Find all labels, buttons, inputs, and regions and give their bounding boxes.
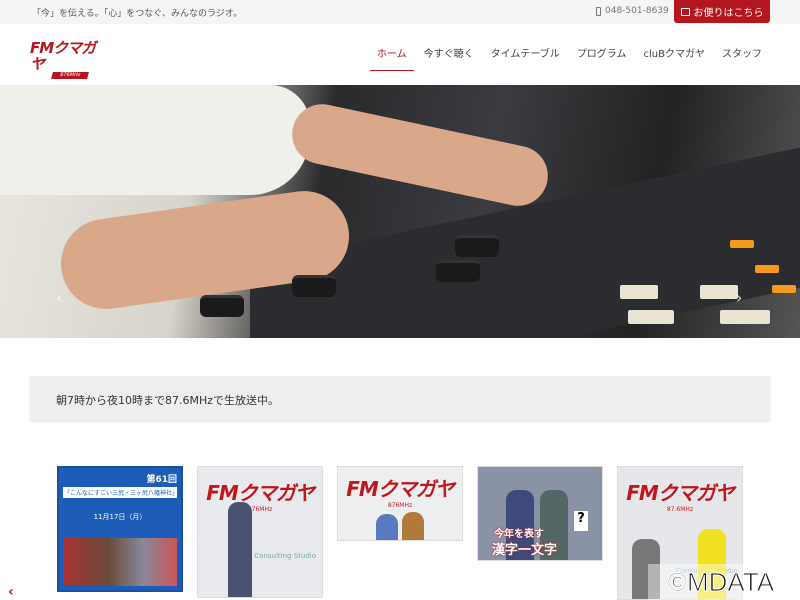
thumb-frequency: 876MHz [387, 502, 413, 509]
program-thumbnail[interactable]: FMクマガヤ 876MHz [337, 466, 463, 541]
thumb-title: 第61回 [146, 475, 177, 485]
fader [292, 275, 336, 297]
phone[interactable]: 048-501-8639 [596, 6, 669, 16]
thumb-caption-kanji: 漢字一文字 [492, 543, 558, 558]
nav-club[interactable]: cluBクマガヤ [644, 47, 705, 71]
shrine-photo [63, 538, 177, 586]
fader [436, 260, 480, 282]
program-thumbnail[interactable]: ? 今年を表す 漢字一文字 [477, 466, 603, 561]
mail-icon [680, 7, 690, 16]
program-thumbnail[interactable]: 第61回 「こんなにすごい三尻・三ヶ尻八幡神社」 11月17日（月） [57, 466, 183, 592]
thumb-frequency: 87.6MHz [666, 506, 694, 513]
phone-icon [596, 6, 601, 16]
site-logo[interactable]: FMクマガヤ 876MHz [30, 40, 100, 79]
phone-number: 048-501-8639 [605, 6, 669, 16]
broadcast-notice: 朝7時から夜10時まで87.6MHzで生放送中。 [30, 376, 770, 421]
thumb-logo: FMクマガヤ [626, 481, 735, 505]
thumb-caption: Consulting Studio [254, 552, 316, 560]
nav-staff[interactable]: スタッフ [722, 47, 762, 71]
hand-right [286, 98, 554, 212]
person-photo [402, 512, 424, 540]
tagline: 「今」を伝える。「心」をつなぐ、みんなのラジオ。 [32, 9, 243, 19]
thumb-subtitle: 「こんなにすごい三尻・三ヶ尻八幡神社」 [63, 487, 178, 498]
hero-slider: ‹ › [0, 85, 800, 338]
notice-text: 朝7時から夜10時まで87.6MHzで生放送中。 [56, 394, 280, 407]
console-light [772, 285, 796, 293]
person-photo [376, 514, 398, 540]
slider-prev-arrow[interactable]: ‹ [56, 288, 62, 307]
thumb-frequency: 876MHz [247, 506, 273, 513]
nav-home[interactable]: ホーム [369, 47, 414, 71]
sleeve [0, 85, 310, 195]
contact-label: お便りはこちら [693, 8, 764, 19]
fader [455, 235, 499, 257]
contact-button[interactable]: お便りはこちら [674, 0, 770, 23]
thumb-logo: FMクマガヤ [206, 481, 315, 505]
console-key [720, 310, 770, 324]
thumb-date: 11月17日（月） [93, 513, 147, 521]
person-photo [228, 502, 252, 597]
thumb-caption: 今年を表す [494, 529, 544, 540]
console-key [620, 285, 658, 299]
nav-programs[interactable]: プログラム [577, 47, 627, 71]
nav-listen-now[interactable]: 今すぐ聴く [424, 47, 474, 71]
carousel-prev-arrow[interactable]: ‹ [8, 584, 14, 600]
question-mark: ? [574, 511, 588, 531]
console-key [628, 310, 674, 324]
logo-frequency: 876MHz [51, 72, 89, 79]
console-light [755, 265, 779, 273]
program-thumbnail[interactable]: FMクマガヤ 876MHz Consulting Studio [197, 466, 323, 598]
logo-text: FMクマガヤ [30, 39, 96, 73]
console-light [730, 240, 754, 248]
slider-next-arrow[interactable]: › [736, 288, 742, 307]
main-nav: ホーム 今すぐ聴く タイムテーブル プログラム cluBクマガヤ スタッフ [369, 47, 762, 71]
fader [200, 295, 244, 317]
watermark: ©MDATA [648, 564, 794, 600]
thumb-logo: FMクマガヤ [346, 477, 455, 501]
top-bar: 「今」を伝える。「心」をつなぐ、みんなのラジオ。 048-501-8639 お便… [0, 0, 800, 24]
console-key [700, 285, 738, 299]
nav-timetable[interactable]: タイムテーブル [491, 47, 560, 71]
